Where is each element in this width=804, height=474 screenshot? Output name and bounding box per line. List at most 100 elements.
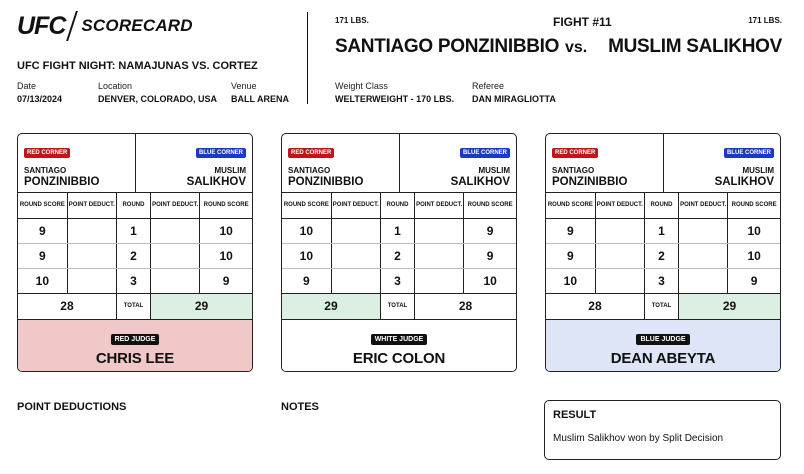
point-deductions-heading: POINT DEDUCTIONS bbox=[17, 401, 127, 413]
blue-point-deduct-header: POINT DEDUCT. bbox=[150, 193, 201, 219]
red-last-name: PONZINIBBIO bbox=[288, 176, 364, 188]
weight-class-value: WELTERWEIGHT - 170 LBS. bbox=[335, 94, 455, 104]
table-row: 10 2 9 bbox=[282, 243, 516, 269]
score-table-header: ROUND SCORE POINT DEDUCT. ROUND POINT DE… bbox=[546, 193, 780, 219]
location-block: Location DENVER, COLORADO, USA bbox=[98, 81, 217, 104]
blue-point-deduct bbox=[150, 268, 201, 294]
blue-round-score-header: ROUND SCORE bbox=[199, 193, 252, 219]
red-round-score-header: ROUND SCORE bbox=[18, 193, 68, 219]
red-round-score: 10 bbox=[546, 268, 596, 294]
blue-round-score: 10 bbox=[727, 243, 780, 269]
table-row: 9 2 10 bbox=[18, 243, 252, 269]
blue-fighter-name: MUSLIM SALIKHOV bbox=[608, 36, 782, 57]
blue-round-score-header: ROUND SCORE bbox=[727, 193, 780, 219]
red-round-score: 9 bbox=[18, 218, 68, 244]
ufc-logo: UFC bbox=[17, 11, 66, 40]
fight-number: FIGHT #11 bbox=[553, 15, 612, 29]
red-round-score: 10 bbox=[18, 268, 68, 294]
score-table-header: ROUND SCORE POINT DEDUCT. ROUND POINT DE… bbox=[282, 193, 516, 219]
table-row: 9 2 10 bbox=[546, 243, 780, 269]
date-block: Date 07/13/2024 bbox=[17, 81, 62, 104]
blue-point-deduct bbox=[678, 268, 729, 294]
total-label: TOTAL bbox=[115, 293, 152, 320]
round-number: 3 bbox=[643, 268, 680, 294]
red-point-deduct-header: POINT DEDUCT. bbox=[595, 193, 645, 219]
red-last-name: PONZINIBBIO bbox=[24, 176, 100, 188]
red-corner-badge: RED CORNER bbox=[552, 148, 599, 158]
red-total-score: 28 bbox=[18, 293, 117, 320]
total-label: TOTAL bbox=[643, 293, 680, 320]
blue-round-score: 9 bbox=[463, 243, 516, 269]
blue-point-deduct bbox=[150, 243, 201, 269]
blue-last-name: SALIKHOV bbox=[450, 176, 510, 188]
logo-divider bbox=[66, 11, 79, 41]
total-row: 29 TOTAL 28 bbox=[282, 293, 516, 320]
header-branding: UFC SCORECARD bbox=[17, 10, 297, 42]
blue-point-deduct bbox=[678, 218, 729, 244]
red-fighter-name: SANTIAGO PONZINIBBIO bbox=[335, 36, 560, 57]
red-round-score: 9 bbox=[546, 218, 596, 244]
red-first-name: SANTIAGO bbox=[288, 166, 331, 175]
red-round-score-header: ROUND SCORE bbox=[282, 193, 332, 219]
date-label: Date bbox=[17, 81, 37, 91]
red-fighter-weight: 171 LBS. bbox=[335, 16, 369, 25]
blue-total-score: 29 bbox=[678, 293, 780, 320]
red-round-score: 10 bbox=[282, 218, 332, 244]
round-number: 2 bbox=[379, 243, 416, 269]
judge-panel: WHITE JUDGE ERIC COLON bbox=[282, 319, 516, 371]
result-box: RESULT Muslim Salikhov won by Split Deci… bbox=[544, 400, 781, 460]
red-point-deduct bbox=[331, 268, 381, 294]
table-row: 9 1 10 bbox=[546, 218, 780, 244]
event-name: UFC FIGHT NIGHT: NAMAJUNAS VS. CORTEZ bbox=[17, 60, 258, 72]
doc-title: SCORECARD bbox=[81, 16, 193, 35]
round-header: ROUND bbox=[379, 193, 416, 219]
blue-round-score: 10 bbox=[199, 243, 252, 269]
referee-block: Referee DAN MIRAGLIOTTA bbox=[472, 81, 556, 104]
red-point-deduct bbox=[67, 218, 117, 244]
round-number: 1 bbox=[115, 218, 152, 244]
table-row: 10 3 9 bbox=[546, 268, 780, 294]
red-corner-badge: RED CORNER bbox=[288, 148, 335, 158]
red-point-deduct bbox=[331, 218, 381, 244]
blue-point-deduct-header: POINT DEDUCT. bbox=[678, 193, 729, 219]
blue-point-deduct bbox=[414, 268, 465, 294]
total-row: 28 TOTAL 29 bbox=[18, 293, 252, 320]
red-total-score: 28 bbox=[546, 293, 645, 320]
red-point-deduct bbox=[67, 243, 117, 269]
result-title: RESULT bbox=[553, 409, 597, 421]
judge-scorecard-1: RED CORNER SANTIAGO PONZINIBBIO BLUE COR… bbox=[17, 133, 253, 372]
venue-block: Venue BALL ARENA bbox=[231, 81, 289, 104]
judge-badge: BLUE JUDGE bbox=[636, 333, 690, 345]
red-round-score: 10 bbox=[282, 243, 332, 269]
table-row: 9 1 10 bbox=[18, 218, 252, 244]
total-label: TOTAL bbox=[379, 293, 416, 320]
blue-first-name: MUSLIM bbox=[742, 166, 774, 175]
judge-name: ERIC COLON bbox=[352, 349, 446, 367]
red-point-deduct-header: POINT DEDUCT. bbox=[331, 193, 381, 219]
blue-point-deduct bbox=[414, 218, 465, 244]
blue-corner-panel: BLUE CORNER MUSLIM SALIKHOV bbox=[134, 134, 253, 192]
red-point-deduct bbox=[595, 268, 645, 294]
judge-name: DEAN ABEYTA bbox=[610, 349, 716, 367]
notes-heading: NOTES bbox=[281, 401, 319, 413]
blue-point-deduct-header: POINT DEDUCT. bbox=[414, 193, 465, 219]
blue-corner-panel: BLUE CORNER MUSLIM SALIKHOV bbox=[662, 134, 781, 192]
judge-badge: WHITE JUDGE bbox=[370, 333, 428, 345]
judge-panel: BLUE JUDGE DEAN ABEYTA bbox=[546, 319, 780, 371]
total-row: 28 TOTAL 29 bbox=[546, 293, 780, 320]
round-number: 1 bbox=[643, 218, 680, 244]
blue-round-score: 9 bbox=[199, 268, 252, 294]
judge-scorecard-2: RED CORNER SANTIAGO PONZINIBBIO BLUE COR… bbox=[281, 133, 517, 372]
red-corner-panel: RED CORNER SANTIAGO PONZINIBBIO bbox=[546, 134, 663, 192]
red-point-deduct bbox=[595, 218, 645, 244]
corner-header: RED CORNER SANTIAGO PONZINIBBIO BLUE COR… bbox=[546, 134, 780, 193]
location-value: DENVER, COLORADO, USA bbox=[98, 94, 218, 104]
referee-value: DAN MIRAGLIOTTA bbox=[472, 94, 556, 104]
blue-round-score: 9 bbox=[463, 218, 516, 244]
round-header: ROUND bbox=[115, 193, 152, 219]
result-text: Muslim Salikhov won by Split Decision bbox=[553, 433, 724, 444]
venue-label: Venue bbox=[231, 81, 257, 91]
red-last-name: PONZINIBBIO bbox=[552, 176, 628, 188]
table-row: 9 3 10 bbox=[282, 268, 516, 294]
red-round-score-header: ROUND SCORE bbox=[546, 193, 596, 219]
